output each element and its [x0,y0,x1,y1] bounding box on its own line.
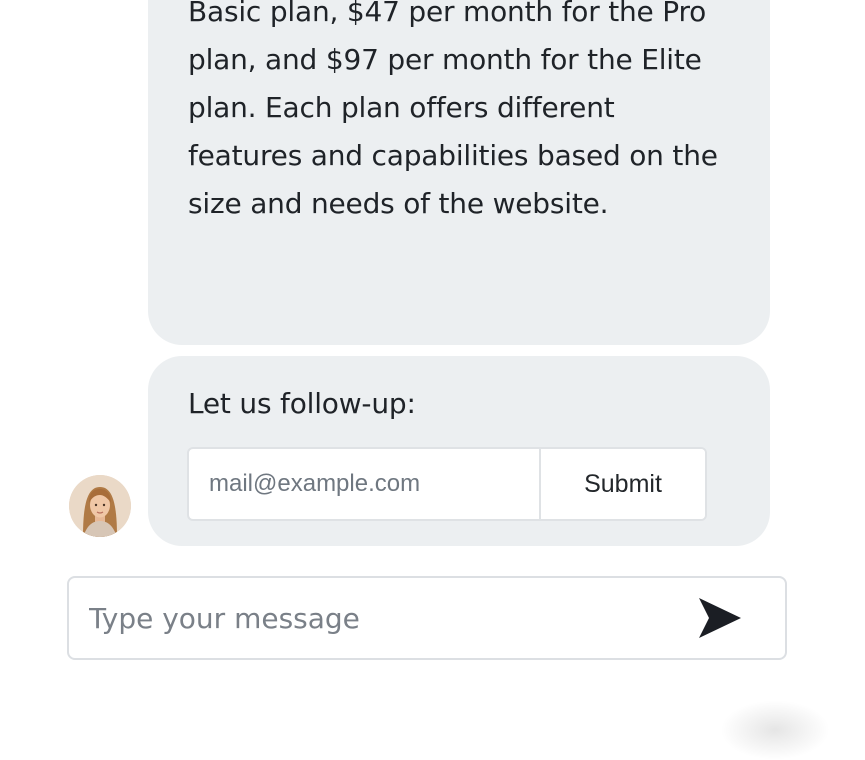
chat-launcher-shadow [720,700,830,760]
message-input[interactable] [69,578,669,658]
followup-form: Submit [187,447,707,521]
email-field[interactable] [189,449,539,519]
followup-label: Let us follow-up: [188,387,416,420]
bot-message-text: service starts at $17 per month for the … [188,0,718,220]
send-icon [699,598,741,638]
bot-message-bubble: service starts at $17 per month for the … [148,0,770,345]
followup-bubble: Let us follow-up: Submit [148,356,770,546]
avatar-woman-icon [69,475,131,537]
submit-button[interactable]: Submit [539,449,705,519]
avatar [69,475,131,537]
message-composer [67,576,787,660]
send-button[interactable] [691,590,751,646]
